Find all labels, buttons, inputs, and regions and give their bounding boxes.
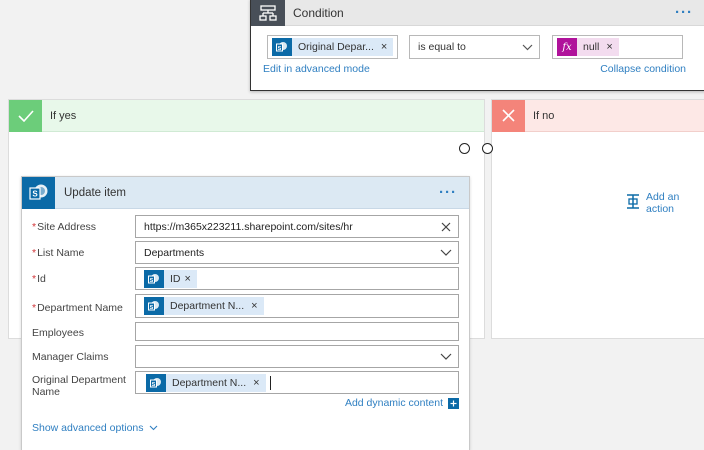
- chevron-down-icon: [149, 422, 158, 434]
- sharepoint-icon: S: [22, 176, 55, 209]
- site-address-label: *Site Address: [32, 221, 97, 233]
- sharepoint-icon: S: [144, 297, 164, 315]
- show-advanced-options-label: Show advanced options: [32, 422, 144, 434]
- list-name-select[interactable]: Departments: [135, 241, 459, 264]
- null-token[interactable]: fx null ×: [557, 38, 619, 56]
- show-advanced-options-button[interactable]: Show advanced options: [32, 422, 158, 434]
- svg-text:S: S: [150, 305, 154, 311]
- collapse-condition-link[interactable]: Collapse condition: [600, 63, 686, 75]
- svg-text:S: S: [152, 381, 156, 387]
- chevron-down-icon: [515, 44, 539, 51]
- close-icon: [492, 99, 525, 132]
- connector-handle-left[interactable]: [459, 143, 470, 154]
- sharepoint-icon: S: [146, 373, 166, 392]
- condition-card: Condition ··· S Original Depar... × is e…: [250, 0, 704, 91]
- condition-icon: [251, 0, 285, 26]
- remove-token-icon[interactable]: ×: [185, 273, 191, 285]
- sharepoint-icon: S: [272, 38, 292, 56]
- clear-icon[interactable]: [434, 222, 458, 232]
- edit-advanced-mode-link[interactable]: Edit in advanced mode: [263, 63, 370, 75]
- sharepoint-icon: S: [144, 269, 164, 288]
- employees-label: Employees: [32, 327, 84, 339]
- operator-value: is equal to: [418, 41, 466, 53]
- chevron-down-icon: [434, 249, 458, 256]
- add-action-label: Add an action: [646, 191, 680, 215]
- id-token[interactable]: S ID ×: [144, 269, 197, 288]
- if-no-branch: If no Add an action: [491, 99, 704, 339]
- department-name-label: *Department Name: [32, 302, 123, 314]
- condition-right-operand[interactable]: fx null ×: [552, 35, 683, 59]
- token-label: Original Depar...: [298, 41, 374, 53]
- token-label: ID: [170, 272, 181, 285]
- department-name-field[interactable]: S Department N... ×: [135, 294, 459, 318]
- remove-token-icon[interactable]: ×: [606, 41, 612, 53]
- original-department-name-token[interactable]: S Department N... ×: [146, 373, 266, 392]
- condition-header[interactable]: Condition ···: [251, 0, 704, 26]
- condition-title: Condition: [293, 5, 344, 20]
- add-dynamic-content-label: Add dynamic content: [344, 397, 443, 409]
- if-no-label: If no: [533, 109, 555, 122]
- add-action-icon: [626, 194, 640, 212]
- token-label: Department N...: [170, 300, 245, 312]
- if-yes-header[interactable]: If yes: [9, 99, 484, 132]
- add-dynamic-content-icon: [448, 397, 459, 409]
- svg-text:S: S: [150, 277, 154, 283]
- chevron-down-icon: [434, 353, 458, 360]
- token-label: Department N...: [172, 376, 247, 389]
- expression-icon: fx: [557, 38, 577, 56]
- update-item-card: S Update item ··· *Site Address https://…: [21, 176, 470, 450]
- original-department-token[interactable]: S Original Depar... ×: [272, 38, 394, 56]
- manager-claims-label: Manager Claims: [32, 351, 109, 363]
- original-department-name-field[interactable]: S Department N... ×: [135, 371, 459, 394]
- original-department-name-label: Original Department Name: [32, 374, 126, 398]
- token-label: null: [583, 41, 600, 53]
- manager-claims-select[interactable]: [135, 345, 459, 368]
- remove-token-icon[interactable]: ×: [253, 377, 259, 389]
- operator-select[interactable]: is equal to: [409, 35, 540, 59]
- id-label: *Id: [32, 273, 46, 285]
- if-yes-label: If yes: [50, 109, 77, 122]
- svg-text:S: S: [32, 189, 38, 198]
- list-name-value: Departments: [144, 246, 205, 259]
- connector-handle-right[interactable]: [482, 143, 493, 154]
- add-action-button[interactable]: Add an action: [626, 191, 704, 215]
- text-cursor: [269, 375, 271, 390]
- svg-text:S: S: [278, 46, 282, 52]
- update-more-icon[interactable]: ···: [439, 185, 469, 200]
- if-no-header[interactable]: If no: [492, 99, 704, 132]
- site-address-field[interactable]: https://m365x223211.sharepoint.com/sites…: [135, 215, 459, 238]
- condition-left-operand[interactable]: S Original Depar... ×: [267, 35, 398, 59]
- id-field[interactable]: S ID ×: [135, 267, 459, 290]
- check-icon: [9, 99, 42, 132]
- site-address-value: https://m365x223211.sharepoint.com/sites…: [144, 220, 353, 233]
- employees-field[interactable]: [135, 322, 459, 341]
- condition-more-icon[interactable]: ···: [675, 5, 704, 20]
- department-name-token[interactable]: S Department N... ×: [144, 297, 264, 315]
- remove-token-icon[interactable]: ×: [251, 300, 257, 312]
- add-dynamic-content-button[interactable]: Add dynamic content: [345, 397, 459, 409]
- list-name-label: *List Name: [32, 247, 85, 259]
- update-item-header[interactable]: S Update item ···: [22, 176, 469, 209]
- update-item-title: Update item: [64, 186, 127, 199]
- remove-token-icon[interactable]: ×: [381, 41, 387, 53]
